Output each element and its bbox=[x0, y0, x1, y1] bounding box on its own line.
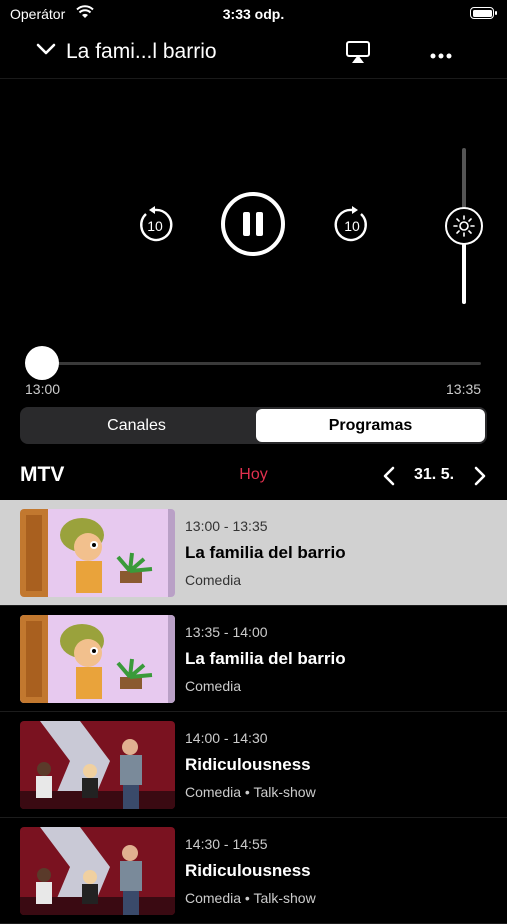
time-end: 13:35 bbox=[446, 381, 482, 397]
program-title: La familia del barrio bbox=[185, 543, 346, 562]
page-title: La fami...l barrio bbox=[66, 40, 217, 63]
program-time: 14:30 - 14:55 bbox=[185, 836, 268, 852]
pause-icon bbox=[221, 192, 285, 256]
tab-canales[interactable]: Canales bbox=[20, 407, 253, 444]
clock: 3:33 odp. bbox=[222, 6, 285, 22]
sun-icon bbox=[453, 215, 475, 237]
segmented-control: Canales Programas bbox=[20, 407, 487, 444]
skip-forward-button[interactable]: 10 bbox=[333, 206, 371, 244]
program-title: Ridiculousness bbox=[185, 755, 311, 774]
status-bar: Operátor 3:33 odp. bbox=[0, 0, 507, 28]
chevron-right-icon[interactable] bbox=[473, 466, 487, 486]
program-title: Ridiculousness bbox=[185, 861, 311, 880]
chevron-down-icon[interactable] bbox=[36, 42, 56, 56]
tab-programas[interactable]: Programas bbox=[256, 409, 485, 442]
skip-forward-icon: 10 bbox=[334, 206, 367, 242]
program-thumbnail bbox=[20, 721, 175, 809]
skip-back-seconds: 10 bbox=[147, 218, 163, 234]
battery-icon bbox=[470, 7, 497, 19]
program-row[interactable]: 14:00 - 14:30 Ridiculousness Comedia • T… bbox=[0, 712, 507, 818]
time-start: 13:00 bbox=[25, 381, 61, 397]
program-title: La familia del barrio bbox=[185, 649, 346, 668]
date-label: 31. 5. bbox=[414, 466, 455, 483]
program-row[interactable]: 14:30 - 14:55 Ridiculousness Comedia • T… bbox=[0, 818, 507, 924]
more-icon[interactable] bbox=[428, 52, 454, 60]
skip-back-button[interactable]: 10 bbox=[136, 206, 174, 244]
program-genre: Comedia bbox=[185, 678, 242, 694]
chevron-left-icon[interactable] bbox=[382, 466, 396, 486]
program-row[interactable]: 13:35 - 14:00 La familia del barrio Come… bbox=[0, 606, 507, 712]
program-row[interactable]: 13:00 - 13:35 La familia del barrio Come… bbox=[0, 500, 507, 606]
pause-button[interactable] bbox=[220, 191, 286, 257]
divider bbox=[0, 78, 507, 79]
program-thumbnail bbox=[20, 509, 175, 597]
program-genre: Comedia • Talk-show bbox=[185, 784, 316, 800]
progress-track[interactable] bbox=[42, 362, 481, 365]
progress-knob[interactable] bbox=[25, 346, 59, 380]
program-time: 14:00 - 14:30 bbox=[185, 730, 268, 746]
skip-forward-seconds: 10 bbox=[344, 218, 360, 234]
brightness-knob[interactable] bbox=[445, 207, 483, 245]
airplay-icon[interactable] bbox=[345, 40, 371, 64]
program-list: 13:00 - 13:35 La familia del barrio Come… bbox=[0, 500, 507, 924]
skip-back-icon: 10 bbox=[140, 206, 173, 242]
program-genre: Comedia • Talk-show bbox=[185, 890, 316, 906]
program-time: 13:35 - 14:00 bbox=[185, 624, 268, 640]
program-thumbnail bbox=[20, 827, 175, 915]
program-time: 13:00 - 13:35 bbox=[185, 518, 268, 534]
program-thumbnail bbox=[20, 615, 175, 703]
program-genre: Comedia bbox=[185, 572, 242, 588]
